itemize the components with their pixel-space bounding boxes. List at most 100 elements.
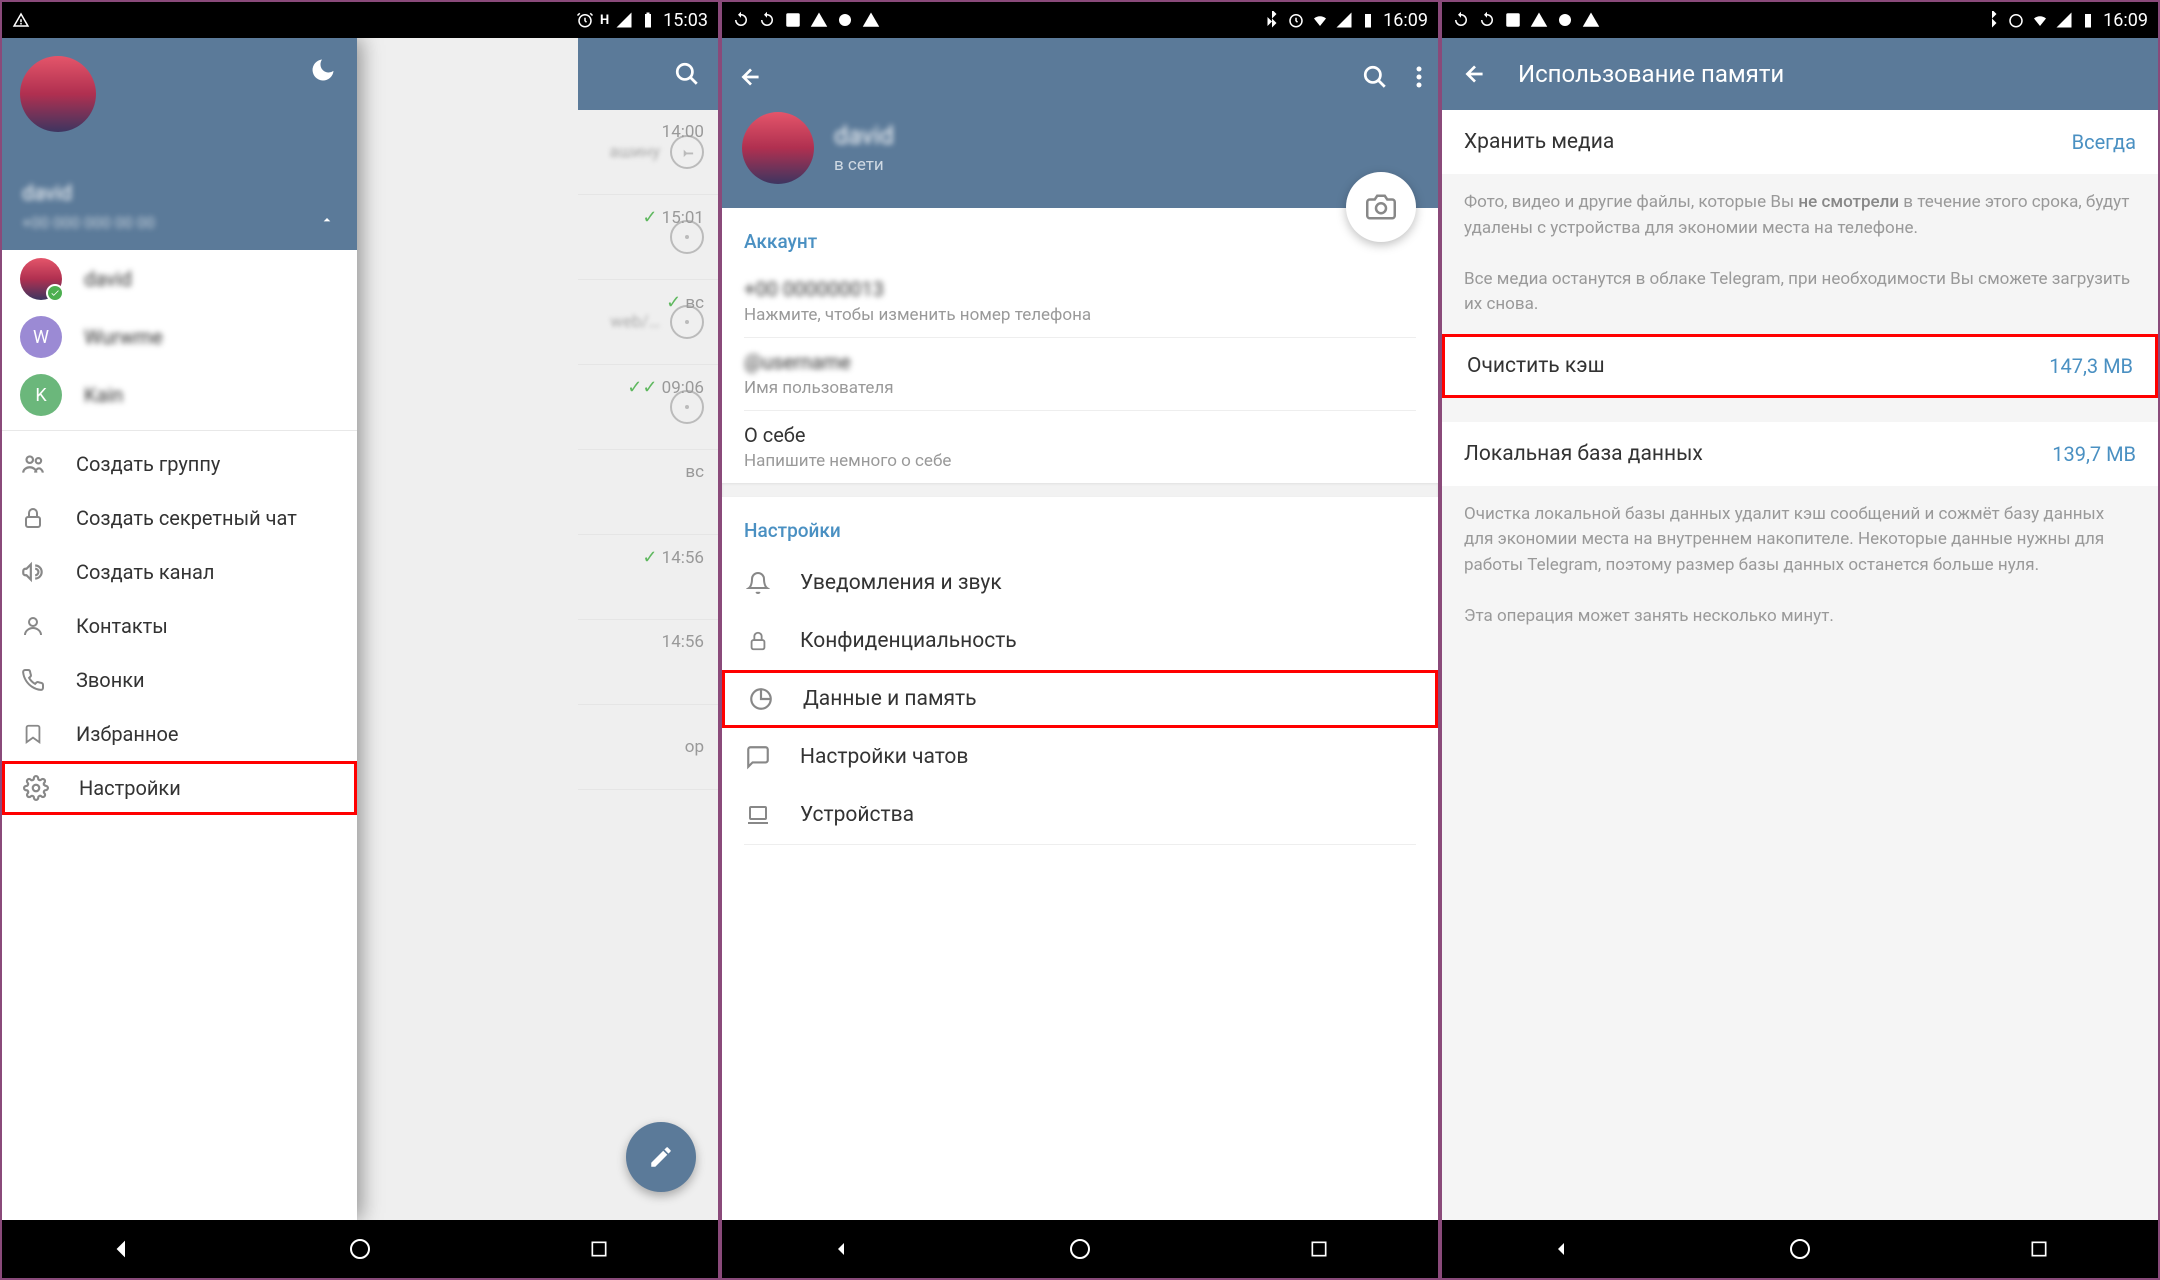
phone-1: H 15:03 14:00 ашину ✓ 15:01 (2, 2, 718, 1278)
drawer-calls[interactable]: Звонки (2, 653, 357, 707)
nav-back[interactable] (101, 1229, 141, 1269)
compose-fab[interactable] (626, 1122, 696, 1192)
account-item[interactable]: K Kain (2, 366, 357, 424)
nav-back[interactable] (1541, 1229, 1581, 1269)
chat-topbar (578, 38, 718, 110)
check-icon: ✓ (642, 547, 657, 568)
account-item[interactable]: david (2, 250, 357, 308)
avatar: W (20, 316, 62, 358)
pie-icon (747, 685, 775, 713)
warning-icon (12, 11, 30, 29)
android-navbar (2, 1220, 718, 1278)
drawer-secret-chat[interactable]: Создать секретный чат (2, 491, 357, 545)
group-icon (20, 451, 46, 477)
statusbar: 16:09 (1442, 2, 2158, 38)
search-icon[interactable] (1362, 64, 1388, 90)
nav-recent[interactable] (1299, 1229, 1339, 1269)
chat-icon (744, 743, 772, 771)
page-title: Использование памяти (1518, 60, 1784, 88)
settings-privacy[interactable]: Конфиденциальность (722, 612, 1438, 670)
settings-chat[interactable]: Настройки чатов (722, 728, 1438, 786)
screen-content: 14:00 ашину ✓ 15:01 ✓ вс web/… ✓✓ 09:06 (2, 38, 718, 1220)
megaphone-icon (20, 559, 46, 585)
description: Фото, видео и другие файлы, которые Вы н… (1442, 174, 2158, 334)
back-icon[interactable] (1462, 61, 1488, 87)
section-settings: Настройки (722, 497, 1438, 554)
wifi-icon (2031, 11, 2049, 29)
image-icon (1504, 11, 1522, 29)
keep-media-row[interactable]: Хранить медиа Всегда (1442, 110, 2158, 174)
screen-content: david в сети Аккаунт +00 000000013 Нажми… (722, 38, 1438, 1220)
avatar (20, 258, 62, 300)
drawer-create-channel[interactable]: Создать канал (2, 545, 357, 599)
avatar[interactable] (742, 112, 814, 184)
nav-back[interactable] (821, 1229, 861, 1269)
chat-list-partial: 14:00 ашину ✓ 15:01 ✓ вс web/… ✓✓ 09:06 (578, 38, 718, 1220)
clear-cache-row[interactable]: Очистить кэш 147,3 MB (1442, 334, 2158, 398)
settings-notifications[interactable]: Уведомления и звук (722, 554, 1438, 612)
chat-item[interactable]: ор (578, 705, 718, 790)
battery-icon (2079, 11, 2097, 29)
back-icon[interactable] (738, 64, 764, 90)
bluetooth-icon (1983, 11, 2001, 29)
chat-item[interactable]: 14:00 ашину (578, 110, 718, 195)
nav-home[interactable] (1780, 1229, 1820, 1269)
phone-icon (20, 667, 46, 693)
appbar: Использование памяти (1442, 38, 2158, 110)
statusbar-time: 16:09 (1383, 10, 1428, 31)
chat-item[interactable]: ✓✓ 09:06 (578, 365, 718, 450)
more-icon[interactable] (1416, 64, 1422, 90)
nav-recent[interactable] (579, 1229, 619, 1269)
settings-data-storage[interactable]: Данные и память (722, 670, 1438, 728)
gap (1442, 398, 2158, 422)
pencil-icon (648, 1144, 674, 1170)
chat-item[interactable]: ✓ вс web/… (578, 280, 718, 365)
account-item[interactable]: W Wurwme (2, 308, 357, 366)
chat-item[interactable]: 14:56 (578, 620, 718, 705)
warning-icon (810, 11, 828, 29)
settings-devices[interactable]: Устройства (722, 786, 1438, 844)
sync-icon (1452, 11, 1470, 29)
gear-icon (23, 775, 49, 801)
nav-recent[interactable] (2019, 1229, 2059, 1269)
warning-icon (1582, 11, 1600, 29)
chat-item[interactable]: ✓ 15:01 (578, 195, 718, 280)
alarm-icon (1287, 11, 1305, 29)
local-db-row[interactable]: Локальная база данных 139,7 MB (1442, 422, 2158, 486)
phone-row[interactable]: +00 000000013 Нажмите, чтобы изменить но… (722, 265, 1438, 337)
drawer-create-group[interactable]: Создать группу (2, 437, 357, 491)
drawer-saved[interactable]: Избранное (2, 707, 357, 761)
check-icon: ✓ (642, 207, 657, 228)
bio-row[interactable]: О себе Напишите немного о себе (722, 411, 1438, 483)
chat-item[interactable]: ✓ 14:56 (578, 535, 718, 620)
section-divider (722, 483, 1438, 497)
camera-icon (1366, 192, 1396, 222)
signal-icon (615, 11, 633, 29)
avatar[interactable] (20, 56, 96, 132)
night-mode-icon[interactable] (309, 56, 337, 84)
nav-home[interactable] (340, 1229, 380, 1269)
profile-header: david в сети (722, 38, 1438, 208)
phone-2: 16:09 david в сети Аккаунт (722, 2, 1438, 1278)
sync-icon (758, 11, 776, 29)
camera-fab[interactable] (1346, 172, 1416, 242)
expand-accounts[interactable] (319, 212, 335, 228)
chat-item[interactable]: вс (578, 450, 718, 535)
nav-home[interactable] (1060, 1229, 1100, 1269)
drawer-header: david +00 000 000 00 00 (2, 38, 357, 250)
drawer-settings[interactable]: Настройки (2, 761, 357, 815)
lock-icon (20, 505, 46, 531)
username-row[interactable]: @username Имя пользователя (722, 338, 1438, 410)
laptop-icon (744, 801, 772, 829)
divider (744, 844, 1416, 845)
search-icon[interactable] (674, 61, 700, 87)
drawer-username: david (22, 182, 72, 206)
location-icon (836, 11, 854, 29)
alarm-icon (2007, 11, 2025, 29)
drawer-contacts[interactable]: Контакты (2, 599, 357, 653)
description: Очистка локальной базы данных удалит кэш… (1442, 486, 2158, 646)
location-icon (1556, 11, 1574, 29)
statusbar-time: 16:09 (2103, 10, 2148, 31)
battery-icon (639, 11, 657, 29)
statusbar: 16:09 (722, 2, 1438, 38)
